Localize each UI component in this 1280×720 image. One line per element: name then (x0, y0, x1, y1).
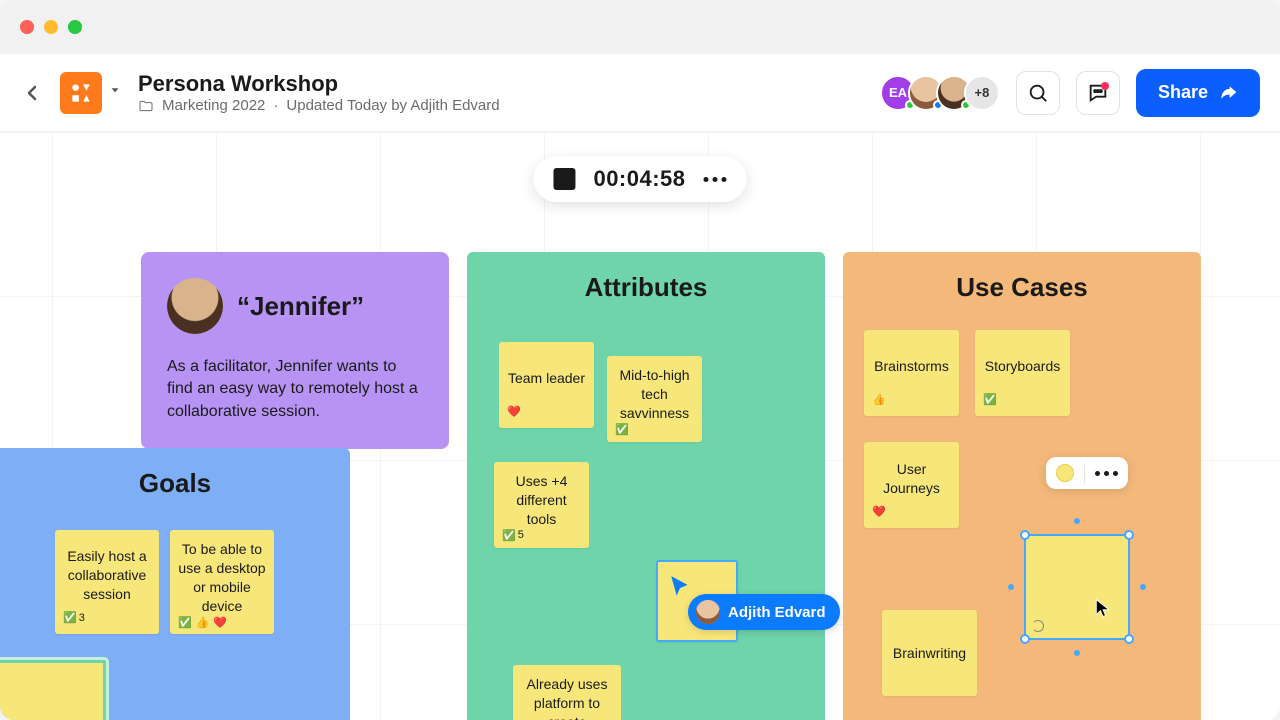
sticky-text: Brainstorms (872, 340, 951, 393)
column-title: Attributes (487, 272, 805, 303)
remote-cursor-label: Adjith Edvard (688, 594, 840, 630)
rotate-handle[interactable] (1032, 620, 1044, 632)
persona-avatar (167, 278, 223, 334)
sticky-reactions[interactable]: ✅ 3 (63, 611, 151, 624)
avatar-more[interactable]: +8 (964, 75, 1000, 111)
sticky-reactions[interactable]: ✅ 5 (502, 529, 581, 542)
sticky-note[interactable]: Brainstorms 👍 (864, 330, 959, 416)
resize-handle[interactable] (1020, 530, 1030, 540)
timer-widget[interactable]: 00:04:58 (533, 156, 746, 202)
resize-handle[interactable] (1124, 530, 1134, 540)
sticky-toolbar[interactable] (1046, 457, 1128, 489)
column-title: Use Cases (863, 272, 1181, 303)
sticky-note-selected[interactable] (1024, 534, 1130, 640)
share-arrow-icon (1218, 83, 1238, 103)
sticky-reactions[interactable]: ❤️ (507, 405, 586, 418)
collaborator-avatars[interactable]: EA +8 (888, 75, 1000, 111)
document-title[interactable]: Persona Workshop (138, 71, 500, 97)
search-button[interactable] (1016, 71, 1060, 115)
sticky-note[interactable]: To be able to use a desktop or mobile de… (170, 530, 274, 634)
mouse-cursor-icon (1093, 598, 1113, 623)
sticky-note[interactable]: Team leader ❤️ (499, 342, 594, 428)
window-minimize-dot[interactable] (44, 20, 58, 34)
color-picker-button[interactable] (1056, 464, 1074, 482)
document-subtitle: Marketing 2022 · Updated Today by Adjith… (138, 97, 500, 114)
sticky-reactions[interactable]: 👍 (872, 393, 951, 406)
app-header: Persona Workshop Marketing 2022 · Update… (0, 54, 1280, 132)
sticky-note[interactable]: Easily host a collaborative session ✅ 3 (55, 530, 159, 634)
alignment-guide-dot (1074, 518, 1080, 524)
comments-button[interactable] (1076, 71, 1120, 115)
sticky-note[interactable]: Mid-to-high tech savvinness ✅ (607, 356, 702, 442)
sticky-text: Storyboards (983, 340, 1062, 393)
resize-handle[interactable] (1124, 634, 1134, 644)
cursor-user-avatar (696, 600, 720, 624)
sticky-text: Mid-to-high tech savvinness (615, 366, 694, 423)
persona-description: As a facilitator, Jennifer wants to find… (167, 356, 423, 423)
alignment-guide-dot (1074, 650, 1080, 656)
alignment-guide-dot (1008, 584, 1014, 590)
search-icon (1027, 82, 1049, 104)
sticky-text: User Journeys (872, 452, 951, 505)
window-titlebar (0, 0, 1280, 54)
persona-name: “Jennifer” (237, 291, 364, 322)
app-menu-caret-icon[interactable] (108, 83, 122, 102)
sticky-text: Brainwriting (890, 620, 969, 686)
sticky-text: Uses +4 different tools (502, 472, 581, 529)
sticky-note[interactable]: Uses +4 different tools ✅ 5 (494, 462, 589, 548)
sticky-text: To be able to use a desktop or mobile de… (178, 540, 266, 616)
timer-stop-button[interactable] (553, 168, 575, 190)
sticky-note[interactable]: Storyboards ✅ (975, 330, 1070, 416)
column-title: Goals (20, 468, 330, 499)
sticky-reactions[interactable]: ✅ (615, 423, 694, 436)
share-button[interactable]: Share (1136, 69, 1260, 117)
remote-cursor-icon (668, 574, 694, 605)
persona-card[interactable]: “Jennifer” As a facilitator, Jennifer wa… (141, 252, 449, 449)
sticky-reactions[interactable]: ✅👍❤️ (178, 616, 266, 629)
sticky-text: Team leader (507, 352, 586, 405)
sticky-reactions[interactable]: ❤️ (872, 505, 951, 518)
updated-text: Updated Today by Adjith Edvard (286, 97, 499, 114)
sticky-text: Already uses platform to create (521, 675, 613, 720)
back-button[interactable] (20, 81, 44, 105)
sticky-reactions[interactable]: ✅ (983, 393, 1062, 406)
sticky-note-selected-remote[interactable] (0, 660, 106, 720)
sticky-note[interactable]: User Journeys ❤️ (864, 442, 959, 528)
sticky-text: Easily host a collaborative session (63, 540, 151, 611)
cursor-user-name: Adjith Edvard (728, 604, 826, 621)
timer-value: 00:04:58 (593, 166, 685, 192)
window-close-dot[interactable] (20, 20, 34, 34)
toolbar-separator (1084, 463, 1085, 483)
timer-more-button[interactable] (704, 177, 727, 182)
window-zoom-dot[interactable] (68, 20, 82, 34)
resize-handle[interactable] (1020, 634, 1030, 644)
sticky-note[interactable]: Brainwriting (882, 610, 977, 696)
alignment-guide-dot (1140, 584, 1146, 590)
app-icon[interactable] (60, 72, 102, 114)
notification-dot-icon (1101, 82, 1109, 90)
whiteboard-canvas[interactable]: 00:04:58 “Jennifer” As a facilitator, Je… (0, 132, 1280, 720)
sticky-note[interactable]: Already uses platform to create (513, 665, 621, 720)
sticky-more-button[interactable] (1095, 471, 1118, 476)
folder-icon (138, 98, 154, 114)
folder-name[interactable]: Marketing 2022 (162, 97, 265, 114)
